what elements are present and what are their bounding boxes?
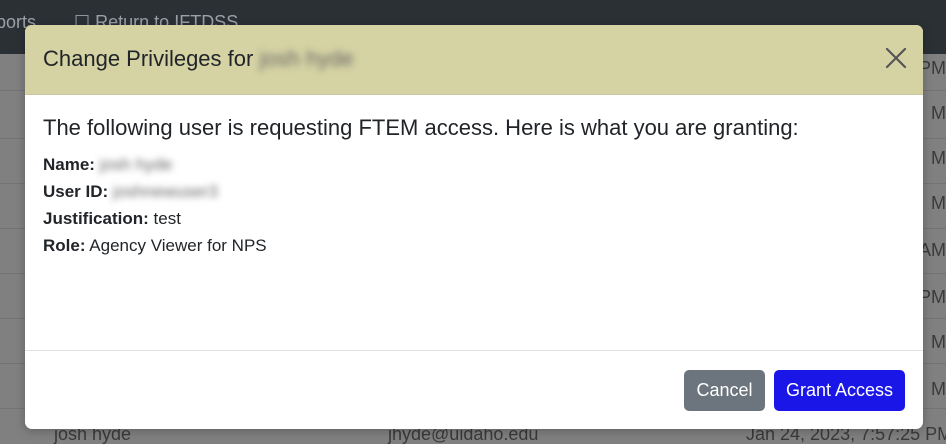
info-name: Name: josh hyde [43,151,905,178]
row-time: M [931,379,946,399]
cancel-button[interactable]: Cancel [684,370,765,411]
dialog-title-user: josh hyde [259,46,354,71]
row-time: PM [919,287,946,307]
row-time: M [931,103,946,123]
justification-label: Justification: [43,209,149,228]
justification-value: test [153,209,181,228]
close-icon [885,47,907,69]
user-id-value: joshnewuser3 [112,182,218,201]
dialog-title: Change Privileges for josh hyde [43,46,354,72]
info-role: Role: Agency Viewer for NPS [43,232,905,259]
name-label: Name: [43,155,95,174]
role-label: Role: [43,236,86,255]
change-privileges-dialog: Change Privileges for josh hyde The foll… [25,25,923,429]
info-user-id: User ID: joshnewuser3 [43,178,905,205]
user-id-label: User ID: [43,182,109,201]
dialog-body: The following user is requesting FTEM ac… [43,115,905,259]
grant-access-button[interactable]: Grant Access [774,370,905,411]
dialog-intro: The following user is requesting FTEM ac… [43,115,799,140]
row-time: AM [919,240,946,260]
row-time: M [931,148,946,168]
dialog-title-prefix: Change Privileges for [43,46,254,71]
info-justification: Justification: test [43,205,905,232]
row-time: PM [919,58,946,78]
close-button[interactable] [883,45,909,71]
row-time: M [931,332,946,352]
role-value: Agency Viewer for NPS [89,236,267,255]
dialog-header: Change Privileges for josh hyde [25,25,923,95]
row-time: M [931,193,946,213]
name-value: josh hyde [99,155,173,174]
dialog-footer: Cancel Grant Access [25,350,923,429]
